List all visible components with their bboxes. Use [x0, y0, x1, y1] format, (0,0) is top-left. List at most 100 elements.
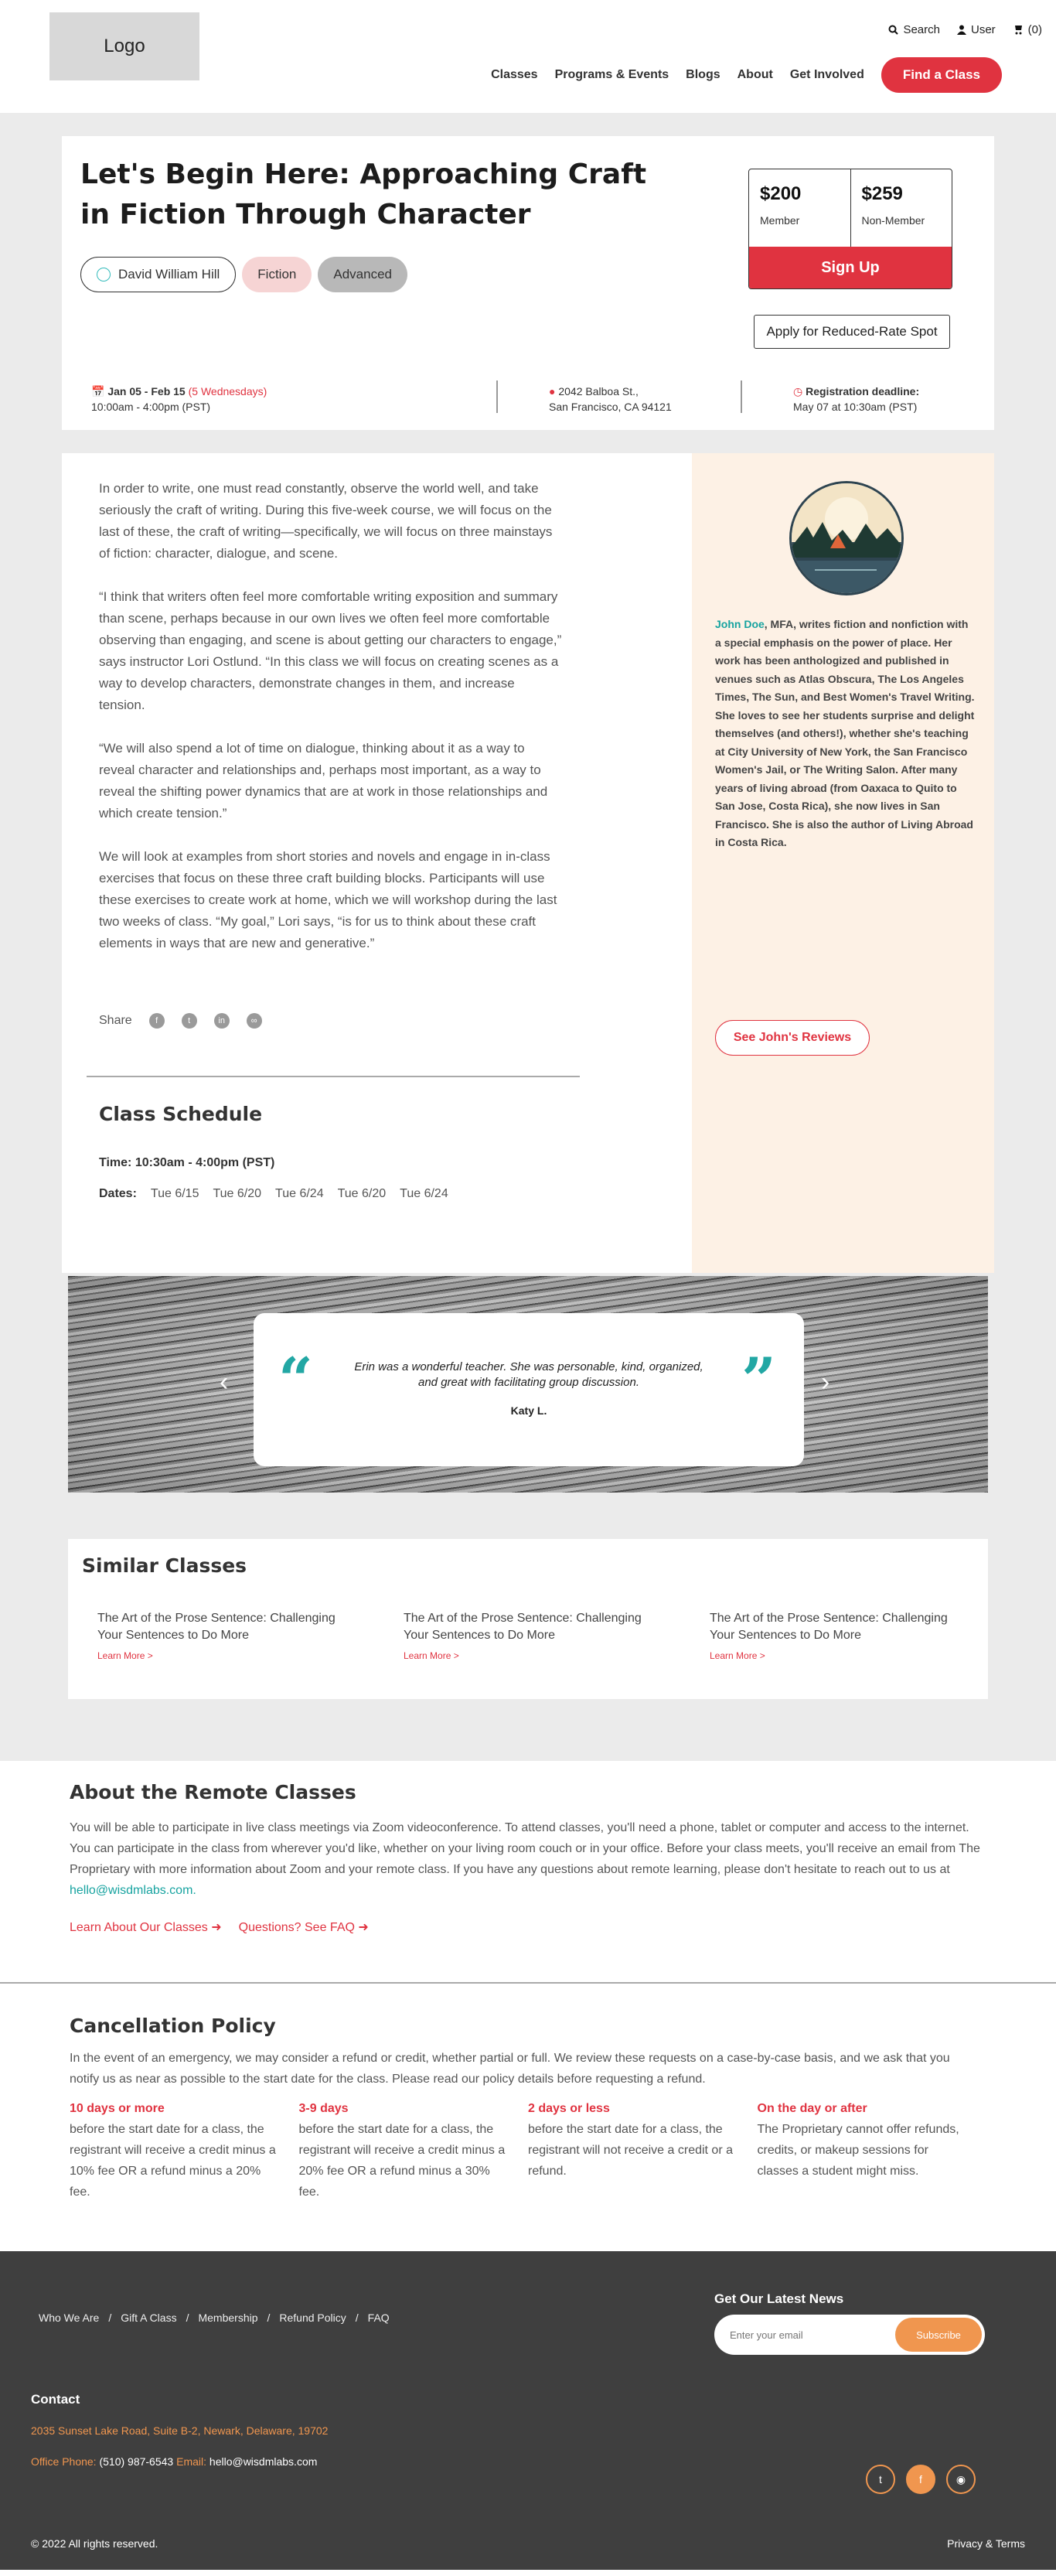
similar-class-card[interactable]: The Art of the Prose Sentence: Challengi…: [404, 1610, 666, 1661]
utility-nav: Search User (0): [888, 23, 1042, 36]
remote-title: About the Remote Classes: [70, 1781, 356, 1803]
description-paragraph: In order to write, one must read constan…: [99, 481, 553, 561]
class-description-column: In order to write, one must read constan…: [62, 453, 692, 1273]
newsletter-email-input[interactable]: [730, 2329, 895, 2341]
schedule-dates: Dates: Tue 6/15 Tue 6/20 Tue 6/24 Tue 6/…: [99, 1187, 448, 1201]
instagram-icon[interactable]: ◉: [946, 2465, 976, 2494]
similar-class-title: The Art of the Prose Sentence: Challengi…: [710, 1612, 948, 1642]
class-dates: 📅 Jan 05 - Feb 15 (5 Wednesdays) 10:00am…: [91, 384, 267, 415]
learn-more-link[interactable]: Learn More >: [710, 1650, 973, 1661]
instructor-tag[interactable]: David William Hill: [80, 257, 237, 292]
footer-link-faq[interactable]: FAQ: [368, 2312, 390, 2324]
cancellation-title: Cancellation Policy: [70, 2015, 276, 2037]
see-reviews-button[interactable]: See John's Reviews: [715, 1020, 870, 1056]
subscribe-button[interactable]: Subscribe: [895, 2318, 982, 2352]
similar-class-card[interactable]: The Art of the Prose Sentence: Challengi…: [97, 1610, 360, 1661]
class-schedule: Class Schedule Time: 10:30am - 4:00pm (P…: [99, 1103, 448, 1201]
nonmember-price-amount: $259: [861, 183, 903, 204]
remote-body: You will be able to participate in live …: [70, 1821, 980, 1876]
cart-link[interactable]: (0): [1013, 23, 1042, 36]
user-label: User: [970, 23, 996, 36]
section-divider: [87, 1076, 580, 1077]
logo[interactable]: Logo: [49, 12, 199, 80]
class-info-row: 📅 Jan 05 - Feb 15 (5 Wednesdays) 10:00am…: [62, 380, 994, 418]
class-location: ● 2042 Balboa St., San Francisco, CA 941…: [549, 384, 672, 415]
learn-classes-link[interactable]: Learn About Our Classes ➜: [70, 1919, 222, 1935]
nav-get-involved[interactable]: Get Involved: [790, 68, 864, 82]
footer-link-gift[interactable]: Gift A Class: [121, 2312, 176, 2324]
privacy-terms-link[interactable]: Privacy & Terms: [947, 2537, 1025, 2550]
cancellation-tier: 3-9 days before the start date for a cla…: [299, 2102, 529, 2202]
cancellation-tiers: 10 days or more before the start date fo…: [70, 2102, 986, 2202]
footer-link-who-we-are[interactable]: Who We Are: [39, 2312, 99, 2324]
user-link[interactable]: User: [956, 23, 996, 36]
class-tags: David William Hill Fiction Advanced: [80, 257, 407, 292]
deadline-label: Registration deadline:: [806, 385, 920, 397]
twitter-icon[interactable]: t: [181, 1013, 197, 1029]
cancellation-tier: 2 days or less before the start date for…: [528, 2102, 758, 2202]
facebook-icon[interactable]: f: [148, 1013, 165, 1029]
class-header-card: Let's Begin Here: Approaching Craft in F…: [62, 136, 994, 430]
social-links: t f ◉: [866, 2465, 976, 2494]
person-icon: [97, 268, 111, 281]
reduced-rate-button[interactable]: Apply for Reduced-Rate Spot: [754, 315, 950, 349]
testimonial-quote: Erin was a wonderful teacher. She was pe…: [354, 1360, 703, 1389]
deadline-value: May 07 at 10:30am (PST): [793, 401, 918, 413]
remote-email-link[interactable]: hello@wisdmlabs.com.: [70, 1884, 196, 1897]
member-price: $200 Member: [749, 169, 851, 247]
info-divider: [496, 380, 498, 413]
genre-tag[interactable]: Fiction: [242, 257, 312, 292]
contact-title: Contact: [31, 2392, 80, 2407]
similar-classes: Similar Classes The Art of the Prose Sen…: [68, 1539, 988, 1699]
open-quote-icon: “: [278, 1345, 313, 1415]
nonmember-price: $259 Non-Member: [851, 169, 952, 247]
find-class-button[interactable]: Find a Class: [881, 57, 1002, 93]
description-paragraph: “I think that writers often feel more co…: [99, 589, 562, 712]
instructor-avatar: [789, 481, 904, 595]
dates-note: (5 Wednesdays): [188, 385, 267, 397]
search-link[interactable]: Search: [888, 23, 940, 36]
tier-heading: On the day or after: [757, 2102, 867, 2115]
linkedin-icon[interactable]: in: [213, 1013, 230, 1029]
twitter-icon[interactable]: t: [866, 2465, 895, 2494]
instructor-bio-name[interactable]: John Doe: [715, 618, 765, 630]
chevron-right-icon[interactable]: ›: [821, 1367, 829, 1397]
tier-text: The Proprietary cannot offer refunds, cr…: [757, 2123, 959, 2178]
footer-link-refund[interactable]: Refund Policy: [279, 2312, 346, 2324]
instructor-name: David William Hill: [118, 267, 220, 281]
similar-class-card[interactable]: The Art of the Prose Sentence: Challengi…: [710, 1610, 973, 1661]
class-section: Let's Begin Here: Approaching Craft in F…: [0, 113, 1056, 1761]
link-icon[interactable]: ∞: [246, 1013, 262, 1029]
sign-up-button[interactable]: Sign Up: [749, 247, 952, 288]
nav-classes[interactable]: Classes: [491, 68, 538, 82]
facebook-icon[interactable]: f: [906, 2465, 935, 2494]
tier-heading: 3-9 days: [298, 2102, 349, 2115]
remote-text: You will be able to participate in live …: [70, 1817, 982, 1901]
schedule-date: Tue 6/24: [400, 1187, 448, 1200]
tier-heading: 10 days or more: [70, 2102, 165, 2115]
footer-link-membership[interactable]: Membership: [198, 2312, 257, 2324]
copyright: © 2022 All rights reserved.: [31, 2537, 158, 2550]
footer-email[interactable]: hello@wisdmlabs.com: [209, 2455, 317, 2468]
user-icon: [956, 25, 966, 35]
tier-text: before the start date for a class, the r…: [298, 2123, 506, 2199]
nav-blogs[interactable]: Blogs: [686, 68, 720, 82]
learn-more-link[interactable]: Learn More >: [404, 1650, 666, 1661]
similar-class-title: The Art of the Prose Sentence: Challengi…: [404, 1612, 642, 1642]
search-icon: [888, 25, 899, 35]
info-divider: [741, 380, 742, 413]
newsletter-form: Subscribe: [714, 2315, 985, 2355]
class-time: 10:00am - 4:00pm (PST): [91, 401, 211, 413]
nav-programs-events[interactable]: Programs & Events: [555, 68, 669, 82]
nav-about[interactable]: About: [737, 68, 773, 82]
chevron-left-icon[interactable]: ‹: [220, 1367, 228, 1397]
phone-number[interactable]: (510) 987-6543: [99, 2455, 173, 2468]
level-tag[interactable]: Advanced: [318, 257, 407, 292]
remote-links: Learn About Our Classes ➜ Questions? See…: [70, 1919, 986, 1935]
learn-more-link[interactable]: Learn More >: [97, 1650, 360, 1661]
class-title: Let's Begin Here: Approaching Craft in F…: [80, 159, 647, 230]
footer-links: Who We Are / Gift A Class / Membership / Re…: [39, 2312, 390, 2324]
schedule-title: Class Schedule: [99, 1103, 263, 1125]
schedule-date: Tue 6/20: [213, 1187, 262, 1200]
faq-link[interactable]: Questions? See FAQ ➜: [239, 1919, 369, 1935]
